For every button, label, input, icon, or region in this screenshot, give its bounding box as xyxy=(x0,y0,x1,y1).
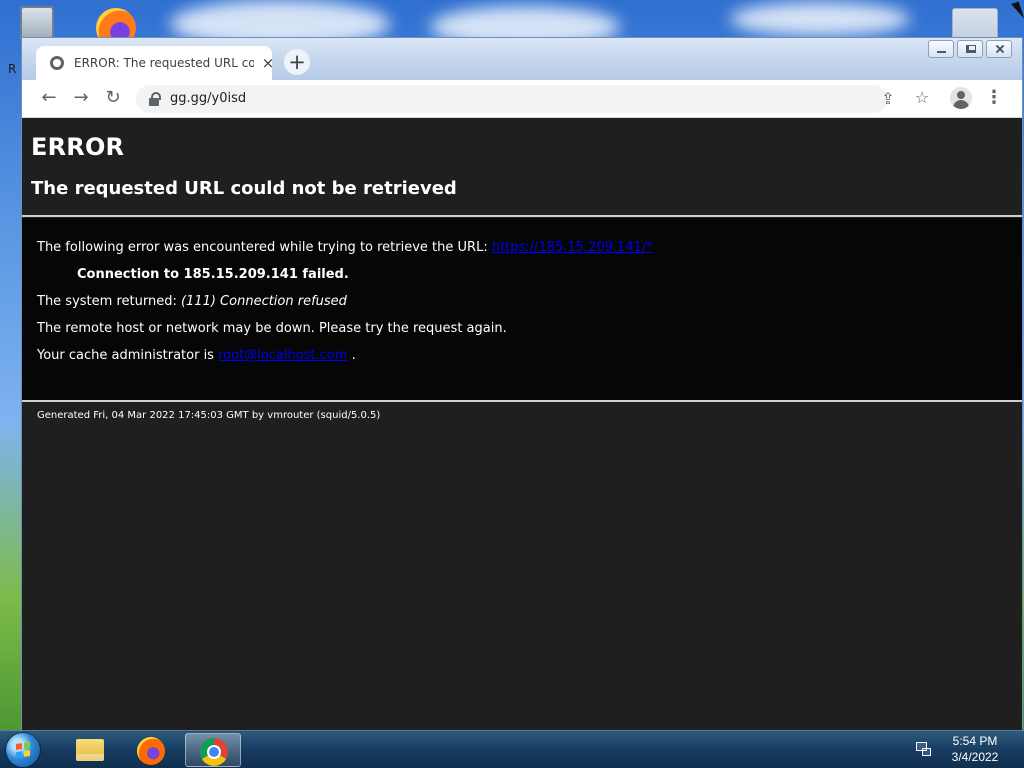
mouse-pointer-icon xyxy=(1011,1,1024,22)
clock-time: 5:54 PM xyxy=(952,734,998,748)
clock-date: 3/4/2022 xyxy=(951,750,999,764)
divider-top xyxy=(22,215,1022,217)
globe-icon xyxy=(50,56,64,70)
address-bar[interactable]: gg.gg/y0isd ⇪ xyxy=(136,85,895,113)
window-controls xyxy=(928,40,1012,58)
more-vertical-icon[interactable]: ⋮ xyxy=(984,87,1004,109)
error-url-link[interactable]: https://185.15.209.141/* xyxy=(492,240,653,255)
cache-admin-label: Your cache administrator is xyxy=(37,348,214,363)
close-window-button[interactable] xyxy=(986,40,1012,58)
network-icon[interactable] xyxy=(915,740,931,756)
lock-icon[interactable] xyxy=(149,92,161,106)
system-returned-value: (111) Connection refused xyxy=(180,294,347,309)
error-page: ERROR The requested URL could not be ret… xyxy=(22,118,1022,732)
arrow-left-icon[interactable]: ← xyxy=(37,86,61,110)
error-line-2: Connection to 185.15.209.141 failed. xyxy=(77,267,349,282)
error-line-3: The system returned: (111) Connection re… xyxy=(37,294,347,309)
new-tab-button[interactable]: + xyxy=(284,49,310,75)
error-line-1: The following error was encountered whil… xyxy=(37,240,653,255)
cache-admin-period: . xyxy=(351,348,356,363)
system-clock[interactable]: 5:54 PM 3/4/2022 xyxy=(944,733,1006,765)
desktop-label: R xyxy=(8,62,17,76)
system-returned-label: The system returned: xyxy=(37,294,177,309)
profile-icon[interactable] xyxy=(950,87,972,109)
divider-bottom xyxy=(22,400,1022,402)
page-title: ERROR xyxy=(31,133,125,161)
taskbar-firefox[interactable] xyxy=(123,733,179,767)
error-details: The following error was encountered whil… xyxy=(22,218,1022,400)
tab-title: ERROR: The requested URL could not be re… xyxy=(74,56,254,70)
firefox-icon xyxy=(137,737,165,765)
maximize-button[interactable] xyxy=(957,40,983,58)
start-button[interactable] xyxy=(6,733,40,767)
close-icon[interactable]: × xyxy=(260,55,276,71)
active-tab[interactable]: ERROR: The requested URL could not be re… xyxy=(36,46,274,80)
address-url[interactable]: gg.gg/y0isd xyxy=(170,91,246,106)
page-subtitle: The requested URL could not be retrieved xyxy=(31,178,457,199)
error-line-5: Your cache administrator is root@localho… xyxy=(37,348,356,363)
taskbar-explorer[interactable] xyxy=(61,733,117,767)
taskbar-chrome[interactable] xyxy=(185,733,241,767)
error-line-1-text: The following error was encountered whil… xyxy=(37,240,488,255)
share-icon[interactable]: ⇪ xyxy=(878,89,898,109)
taskbar: 5:54 PM 3/4/2022 xyxy=(0,730,1024,768)
browser-window: ERROR: The requested URL could not be re… xyxy=(21,37,1023,733)
reload-icon[interactable]: ↻ xyxy=(101,86,125,110)
cache-admin-link[interactable]: root@localhost.com xyxy=(218,348,347,363)
minimize-button[interactable] xyxy=(928,40,954,58)
browser-toolbar: ← → ↻ gg.gg/y0isd ⇪ ☆ ⋮ xyxy=(22,80,1022,118)
folder-icon xyxy=(76,739,104,761)
star-icon[interactable]: ☆ xyxy=(912,88,932,108)
error-line-4: The remote host or network may be down. … xyxy=(37,321,507,336)
chrome-icon xyxy=(200,738,228,766)
browser-titlebar: ERROR: The requested URL could not be re… xyxy=(22,38,1022,81)
footer-generated: Generated Fri, 04 Mar 2022 17:45:03 GMT … xyxy=(37,410,381,421)
arrow-right-icon[interactable]: → xyxy=(69,86,93,110)
desktop-cloud xyxy=(730,2,910,36)
